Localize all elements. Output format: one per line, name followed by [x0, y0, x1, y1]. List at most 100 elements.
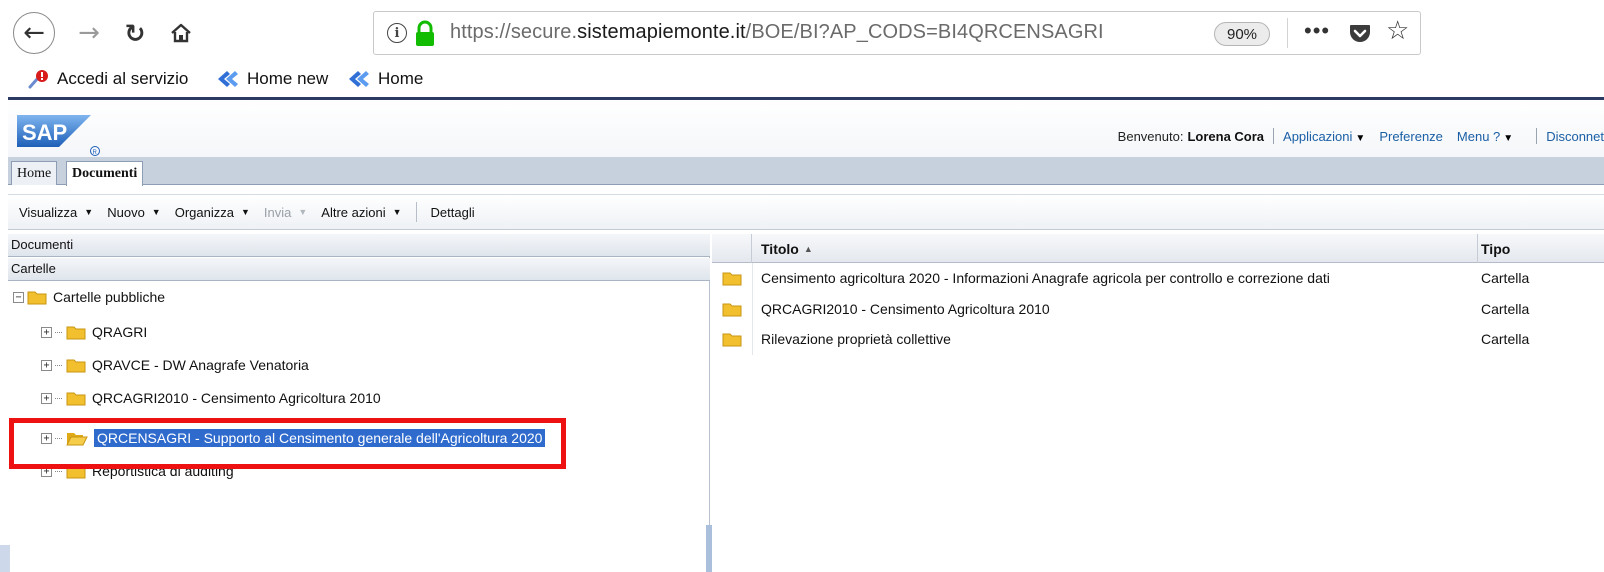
annotation-highlight-box: [9, 418, 566, 469]
tree-node-label: QRAVCE - DW Anagrafe Venatoria: [92, 357, 309, 373]
address-bar-divider: [1287, 18, 1288, 48]
column-header-title[interactable]: Titolo ▲: [761, 241, 813, 257]
bookmark-home[interactable]: Home: [347, 69, 423, 89]
table-row[interactable]: QRCAGRI2010 - Censimento Agricoltura 201…: [712, 294, 1604, 324]
arrow-left-icon: ←: [23, 18, 45, 48]
bookmark-accedi[interactable]: Accedi al servizio: [28, 69, 188, 89]
row-type: Cartella: [1481, 301, 1530, 317]
arrow-right-icon: →: [78, 18, 100, 48]
caret-down-icon: ▼: [298, 207, 308, 217]
table-row[interactable]: Rilevazione proprietà collettive Cartell…: [712, 324, 1604, 354]
home-button[interactable]: [164, 16, 198, 50]
folder-icon: [722, 333, 742, 347]
view-menu[interactable]: Visualizza ▼: [19, 205, 93, 220]
user-bar-divider: [1536, 128, 1538, 144]
edge-decoration: [0, 545, 10, 572]
row-type: Cartella: [1481, 331, 1530, 347]
folder-icon: [66, 359, 86, 373]
applications-menu[interactable]: Applicazioni ▼: [1283, 129, 1365, 144]
folder-tree-pane: Documenti Cartelle − Cartelle pubbliche …: [8, 234, 710, 572]
toolbar-divider: [415, 202, 417, 222]
folder-icon: [27, 291, 47, 305]
tree-node-qrcagri2010[interactable]: + QRCAGRI2010 - Censimento Agricoltura 2…: [41, 390, 381, 406]
forward-button[interactable]: →: [72, 16, 106, 50]
tree-node-label: QRCAGRI2010 - Censimento Agricoltura 201…: [92, 390, 381, 406]
row-title[interactable]: QRCAGRI2010 - Censimento Agricoltura 201…: [761, 301, 1050, 317]
reload-icon: ↻: [124, 18, 146, 48]
bookmark-star-icon[interactable]: ☆: [1386, 16, 1409, 46]
caret-down-icon: ▼: [151, 207, 161, 217]
pocket-icon[interactable]: [1348, 21, 1372, 45]
sap-header: SAP R Benvenuto: Lorena Cora Applicazion…: [8, 100, 1604, 157]
user-bar: Benvenuto: Lorena Cora Applicazioni ▼ Pre…: [1118, 128, 1604, 144]
documents-toolbar: Visualizza ▼ Nuovo ▼ Organizza ▼ Invia ▼ Alt…: [8, 194, 1604, 230]
bookmarks-bar: Accedi al servizio Home new Home: [0, 66, 1604, 96]
more-actions-menu[interactable]: Altre azioni ▼: [321, 205, 401, 220]
disconnect-link[interactable]: Disconnet: [1546, 129, 1604, 144]
documents-pane-header[interactable]: Documenti: [8, 234, 710, 257]
document-list-header: Titolo ▲ Tipo: [712, 234, 1604, 263]
zoom-level-badge[interactable]: 90%: [1214, 22, 1270, 46]
lock-icon[interactable]: [413, 20, 437, 48]
tree-node-qravce[interactable]: + QRAVCE - DW Anagrafe Venatoria: [41, 357, 309, 373]
user-name: Lorena Cora: [1187, 128, 1265, 144]
caret-down-icon: ▼: [240, 207, 250, 217]
folder-icon: [66, 326, 86, 340]
url-domain: sistemapiemonte.it: [577, 21, 746, 43]
tab-home[interactable]: Home: [11, 161, 58, 185]
back-button[interactable]: ←: [13, 12, 55, 54]
expand-icon[interactable]: +: [41, 359, 52, 371]
collapse-icon[interactable]: −: [13, 291, 24, 303]
folder-icon: [722, 303, 742, 317]
tree-connector: [55, 470, 62, 472]
tree-connector: [55, 364, 62, 366]
caret-down-icon: ▼: [1355, 132, 1366, 144]
tree-node-label: Cartelle pubbliche: [53, 289, 166, 305]
tree-connector: [55, 331, 62, 333]
column-header-type[interactable]: Tipo: [1481, 241, 1510, 257]
new-menu[interactable]: Nuovo ▼: [107, 205, 161, 220]
svg-text:SAP: SAP: [22, 120, 67, 145]
app-tab-strip: Home Documenti: [8, 157, 1604, 186]
expand-icon[interactable]: +: [41, 392, 52, 404]
reload-button[interactable]: ↻: [118, 16, 152, 50]
bookmark-label: Accedi al servizio: [57, 69, 189, 88]
caret-down-icon: ▼: [1503, 132, 1514, 144]
column-divider: [1477, 234, 1478, 263]
bookmark-label: Home: [378, 69, 424, 88]
expand-icon[interactable]: +: [41, 326, 52, 338]
tree-node-qragri[interactable]: + QRAGRI: [41, 324, 147, 340]
user-bar-divider: [1273, 128, 1275, 144]
sort-ascending-icon: ▲: [803, 244, 813, 254]
preferences-link[interactable]: Preferenze: [1379, 129, 1443, 144]
bookmark-home-new[interactable]: Home new: [216, 69, 328, 89]
caret-down-icon: ▼: [392, 207, 402, 217]
site-info-icon[interactable]: i: [387, 23, 407, 43]
document-list-pane: Titolo ▲ Tipo Censimento agricoltura 2020…: [712, 234, 1604, 572]
icon-column-header: [712, 234, 752, 263]
row-title[interactable]: Censimento agricoltura 2020 - Informazio…: [761, 270, 1330, 286]
url-text[interactable]: https://secure.sistemapiemonte.it/BOE/BI…: [450, 21, 1104, 44]
browser-toolbar: ← → ↻ i https://secure.sistemapiemonte.i…: [0, 0, 1604, 66]
folder-icon: [66, 392, 86, 406]
home-icon: [171, 23, 191, 43]
caret-down-icon: ▼: [84, 207, 94, 217]
help-menu[interactable]: Menu ? ▼: [1457, 129, 1513, 144]
piemonte-logo-icon: [349, 71, 369, 87]
tab-documenti[interactable]: Documenti: [66, 161, 144, 186]
send-menu: Invia ▼: [263, 204, 308, 220]
tree-node-public-folders[interactable]: − Cartelle pubbliche: [13, 289, 165, 305]
address-bar[interactable]: i https://secure.sistemapiemonte.it/BOE/…: [373, 11, 1421, 55]
page-actions-icon[interactable]: •••: [1304, 18, 1330, 44]
row-type: Cartella: [1481, 270, 1530, 286]
row-title[interactable]: Rilevazione proprietà collettive: [761, 331, 951, 347]
tree-node-label: QRAGRI: [92, 324, 148, 340]
folders-pane-header[interactable]: Cartelle: [8, 258, 710, 281]
svg-text:R: R: [93, 150, 98, 156]
organize-menu[interactable]: Organizza ▼: [175, 205, 250, 220]
sap-logo: SAP R: [17, 115, 100, 156]
details-button[interactable]: Dettagli: [431, 205, 475, 220]
tree-connector: [55, 397, 62, 399]
table-row[interactable]: Censimento agricoltura 2020 - Informazio…: [712, 263, 1604, 293]
folder-icon: [722, 272, 742, 286]
